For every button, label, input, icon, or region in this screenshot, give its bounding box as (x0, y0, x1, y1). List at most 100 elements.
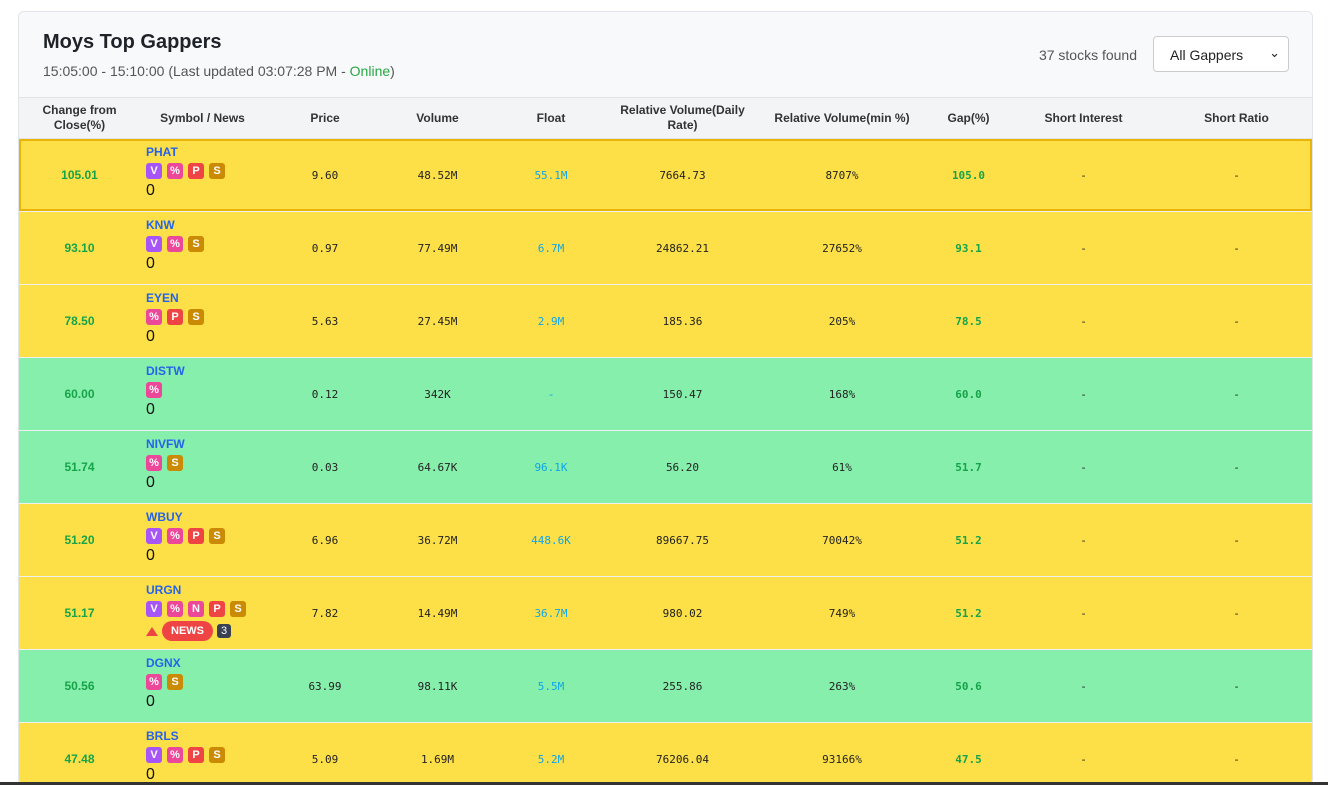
column-header[interactable]: Gap(%) (931, 97, 1006, 139)
symbol-link[interactable]: DGNX (146, 656, 265, 672)
symbol-link[interactable]: NIVFW (146, 437, 265, 453)
relative-volume-daily-cell: 24862.21 (612, 211, 753, 285)
chevron-down-icon: ⌄ (1269, 45, 1280, 60)
short-badge[interactable]: S (167, 674, 183, 690)
column-header[interactable]: Symbol / News (140, 97, 265, 139)
gap-cell: 47.5 (931, 722, 1006, 784)
press-badge[interactable]: P (188, 747, 204, 763)
symbol-link[interactable]: KNW (146, 218, 265, 234)
percent-badge[interactable]: % (167, 236, 183, 252)
badge-group: V% P S (146, 526, 265, 546)
symbol-link[interactable]: WBUY (146, 510, 265, 526)
news-badge[interactable]: N (188, 601, 204, 617)
filter-value: All Gappers (1170, 47, 1244, 63)
table-row[interactable]: 105.01 PHAT V% P S 0 9.60 48.52M 55.1M 7664.73 870… (19, 138, 1312, 212)
news-count: 0 (146, 401, 155, 418)
table-row[interactable]: 51.74 NIVFW% S 0 0.03 64.67K 96.1K 56.20 61% 51.7… (19, 430, 1312, 504)
percent-badge[interactable]: % (146, 674, 162, 690)
table-row[interactable]: 51.17 URGN V% N P S NEWS 3 7.82 14.49M 36.7M 980.02… (19, 576, 1312, 650)
gap-cell: 51.7 (931, 430, 1006, 504)
short-badge[interactable]: S (188, 236, 204, 252)
percent-badge[interactable]: % (167, 163, 183, 179)
symbol-link[interactable]: DISTW (146, 364, 265, 380)
gap-cell: 93.1 (931, 211, 1006, 285)
relative-volume-min-cell: 168% (753, 357, 931, 431)
badge-group: V% N P S (146, 599, 265, 619)
relative-volume-min-cell: 93166% (753, 722, 931, 784)
relative-volume-daily-cell: 185.36 (612, 284, 753, 358)
stock-count: 37 stocks found (1038, 47, 1137, 63)
column-header[interactable]: Short Interest (1006, 97, 1161, 139)
news-count: 0 (146, 182, 155, 199)
table-row[interactable]: 78.50 EYEN% P S 0 5.63 27.45M 2.9M 185.36 205% 78.… (19, 284, 1312, 358)
price-cell: 9.60 (265, 138, 385, 212)
relative-volume-daily-cell: 7664.73 (612, 138, 753, 212)
short-badge[interactable]: S (209, 163, 225, 179)
price-cell: 5.63 (265, 284, 385, 358)
change-from-close: 51.20 (19, 503, 140, 577)
column-header[interactable]: Relative Volume(Daily Rate) (612, 97, 753, 139)
price-cell: 63.99 (265, 649, 385, 723)
header: Moys Top Gappers 15:05:00 - 15:10:00 (La… (19, 12, 1312, 97)
table-row[interactable]: 51.20 WBUY V% P S 0 6.96 36.72M 448.6K 89667.75 70… (19, 503, 1312, 577)
gap-cell: 51.2 (931, 503, 1006, 577)
short-badge[interactable]: S (167, 455, 183, 471)
short-badge[interactable]: S (209, 528, 225, 544)
column-header[interactable]: Float (490, 97, 612, 139)
symbol-link[interactable]: EYEN (146, 291, 265, 307)
volume-badge[interactable]: V (146, 528, 162, 544)
table-row[interactable]: 47.48 BRLS V% P S 0 5.09 1.69M 5.2M 76206.04 93166… (19, 722, 1312, 784)
relative-volume-min-cell: 70042% (753, 503, 931, 577)
percent-badge[interactable]: % (146, 382, 162, 398)
relative-volume-min-cell: 8707% (753, 138, 931, 212)
volume-badge[interactable]: V (146, 236, 162, 252)
float-cell: - (490, 357, 612, 431)
short-ratio-cell: - (1161, 722, 1312, 784)
table-row[interactable]: 93.10 KNW V% S 0 0.97 77.49M 6.7M 24862.21 27652%… (19, 211, 1312, 285)
table-row[interactable]: 50.56 DGNX% S 0 63.99 98.11K 5.5M 255.86 263% 50.… (19, 649, 1312, 723)
volume-badge[interactable]: V (146, 747, 162, 763)
column-header[interactable]: Price (265, 97, 385, 139)
gapper-filter-select[interactable]: All Gappers ⌄ (1153, 36, 1289, 72)
gap-cell: 78.5 (931, 284, 1006, 358)
news-button[interactable]: NEWS (162, 621, 213, 641)
symbol-link[interactable]: URGN (146, 583, 265, 599)
press-badge[interactable]: P (188, 528, 204, 544)
percent-badge[interactable]: % (146, 455, 162, 471)
table-row[interactable]: 60.00 DISTW% 0 0.12 342K -150.47 168% 60.0- - (19, 357, 1312, 431)
float-cell: 5.5M (490, 649, 612, 723)
change-from-close: 47.48 (19, 722, 140, 784)
news-count-badge: 3 (217, 624, 232, 638)
symbol-link[interactable]: BRLS (146, 729, 265, 745)
symbol-news-cell: BRLS V% P S 0 (140, 722, 265, 784)
column-header[interactable]: Short Ratio (1161, 97, 1312, 139)
short-interest-cell: - (1006, 284, 1161, 358)
column-header[interactable]: Relative Volume(min %) (753, 97, 931, 139)
volume-cell: 98.11K (385, 649, 490, 723)
symbol-link[interactable]: PHAT (146, 145, 265, 161)
gap-cell: 105.0 (931, 138, 1006, 212)
short-badge[interactable]: S (209, 747, 225, 763)
last-updated: (Last updated 03:07:28 PM - (168, 63, 350, 79)
short-badge[interactable]: S (188, 309, 204, 325)
relative-volume-daily-cell: 255.86 (612, 649, 753, 723)
gap-cell: 51.2 (931, 576, 1006, 650)
status-close: ) (390, 63, 395, 79)
percent-badge[interactable]: % (167, 528, 183, 544)
percent-badge[interactable]: % (167, 601, 183, 617)
column-header[interactable]: Volume (385, 97, 490, 139)
relative-volume-min-cell: 205% (753, 284, 931, 358)
volume-cell: 77.49M (385, 211, 490, 285)
price-cell: 0.03 (265, 430, 385, 504)
press-badge[interactable]: P (209, 601, 225, 617)
press-badge[interactable]: P (188, 163, 204, 179)
volume-badge[interactable]: V (146, 601, 162, 617)
float-cell: 55.1M (490, 138, 612, 212)
change-from-close: 78.50 (19, 284, 140, 358)
column-header[interactable]: Change from Close(%) (19, 97, 140, 139)
percent-badge[interactable]: % (146, 309, 162, 325)
percent-badge[interactable]: % (167, 747, 183, 763)
short-badge[interactable]: S (230, 601, 246, 617)
volume-badge[interactable]: V (146, 163, 162, 179)
press-badge[interactable]: P (167, 309, 183, 325)
